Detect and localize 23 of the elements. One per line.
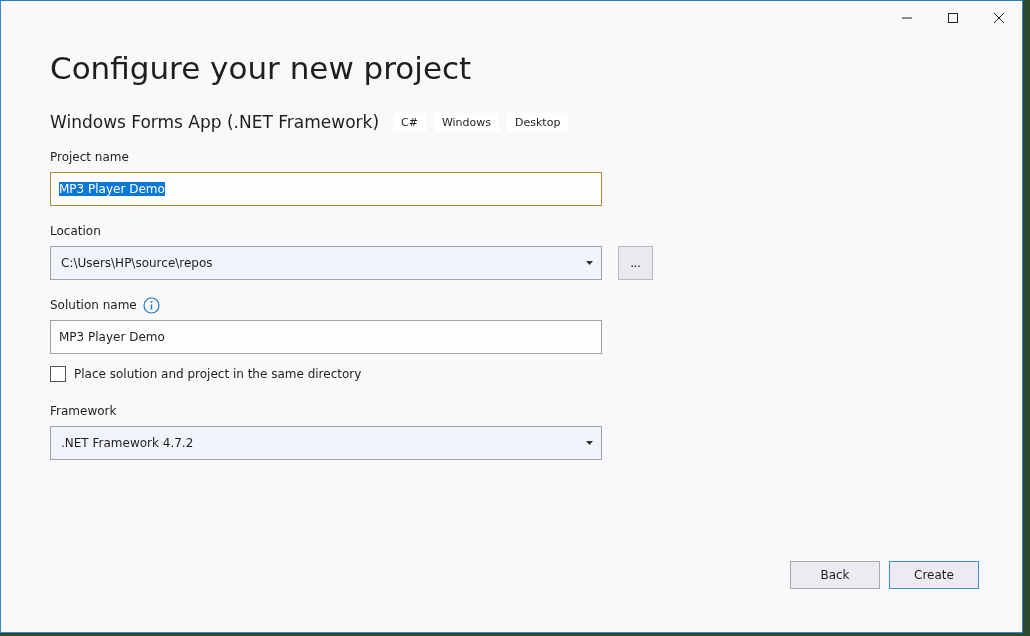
dialog-button[interactable]: Back bbox=[790, 561, 880, 589]
checkbox[interactable] bbox=[50, 366, 66, 382]
info-icon[interactable] bbox=[142, 296, 160, 314]
field-label: Solution name bbox=[50, 298, 137, 312]
field-label: Project name bbox=[50, 150, 129, 164]
close-icon bbox=[993, 12, 1005, 24]
browse-button[interactable]: ... bbox=[618, 246, 653, 280]
dialog-button[interactable]: Create bbox=[889, 561, 979, 589]
caret-icon bbox=[586, 441, 593, 445]
template-name: Windows Forms App (.NET Framework) bbox=[50, 112, 379, 132]
maximize-icon bbox=[947, 12, 959, 24]
text-field[interactable]: MP3 Player Demo bbox=[50, 172, 602, 206]
template-tag: C# bbox=[393, 112, 426, 132]
field-label: Framework bbox=[50, 404, 117, 418]
template-tag: Desktop bbox=[507, 112, 569, 132]
checkbox-label: Place solution and project in the same directory bbox=[74, 367, 362, 381]
page-title: Configure your new project bbox=[50, 49, 473, 88]
caret-icon bbox=[586, 261, 593, 265]
dropdown[interactable]: .NET Framework 4.7.2 bbox=[50, 426, 602, 460]
text-field[interactable]: MP3 Player Demo bbox=[50, 320, 602, 354]
field-label: Location bbox=[50, 224, 101, 238]
template-tag: Windows bbox=[433, 112, 500, 132]
dropdown[interactable]: C:\Users\HP\source\repos bbox=[50, 246, 602, 280]
